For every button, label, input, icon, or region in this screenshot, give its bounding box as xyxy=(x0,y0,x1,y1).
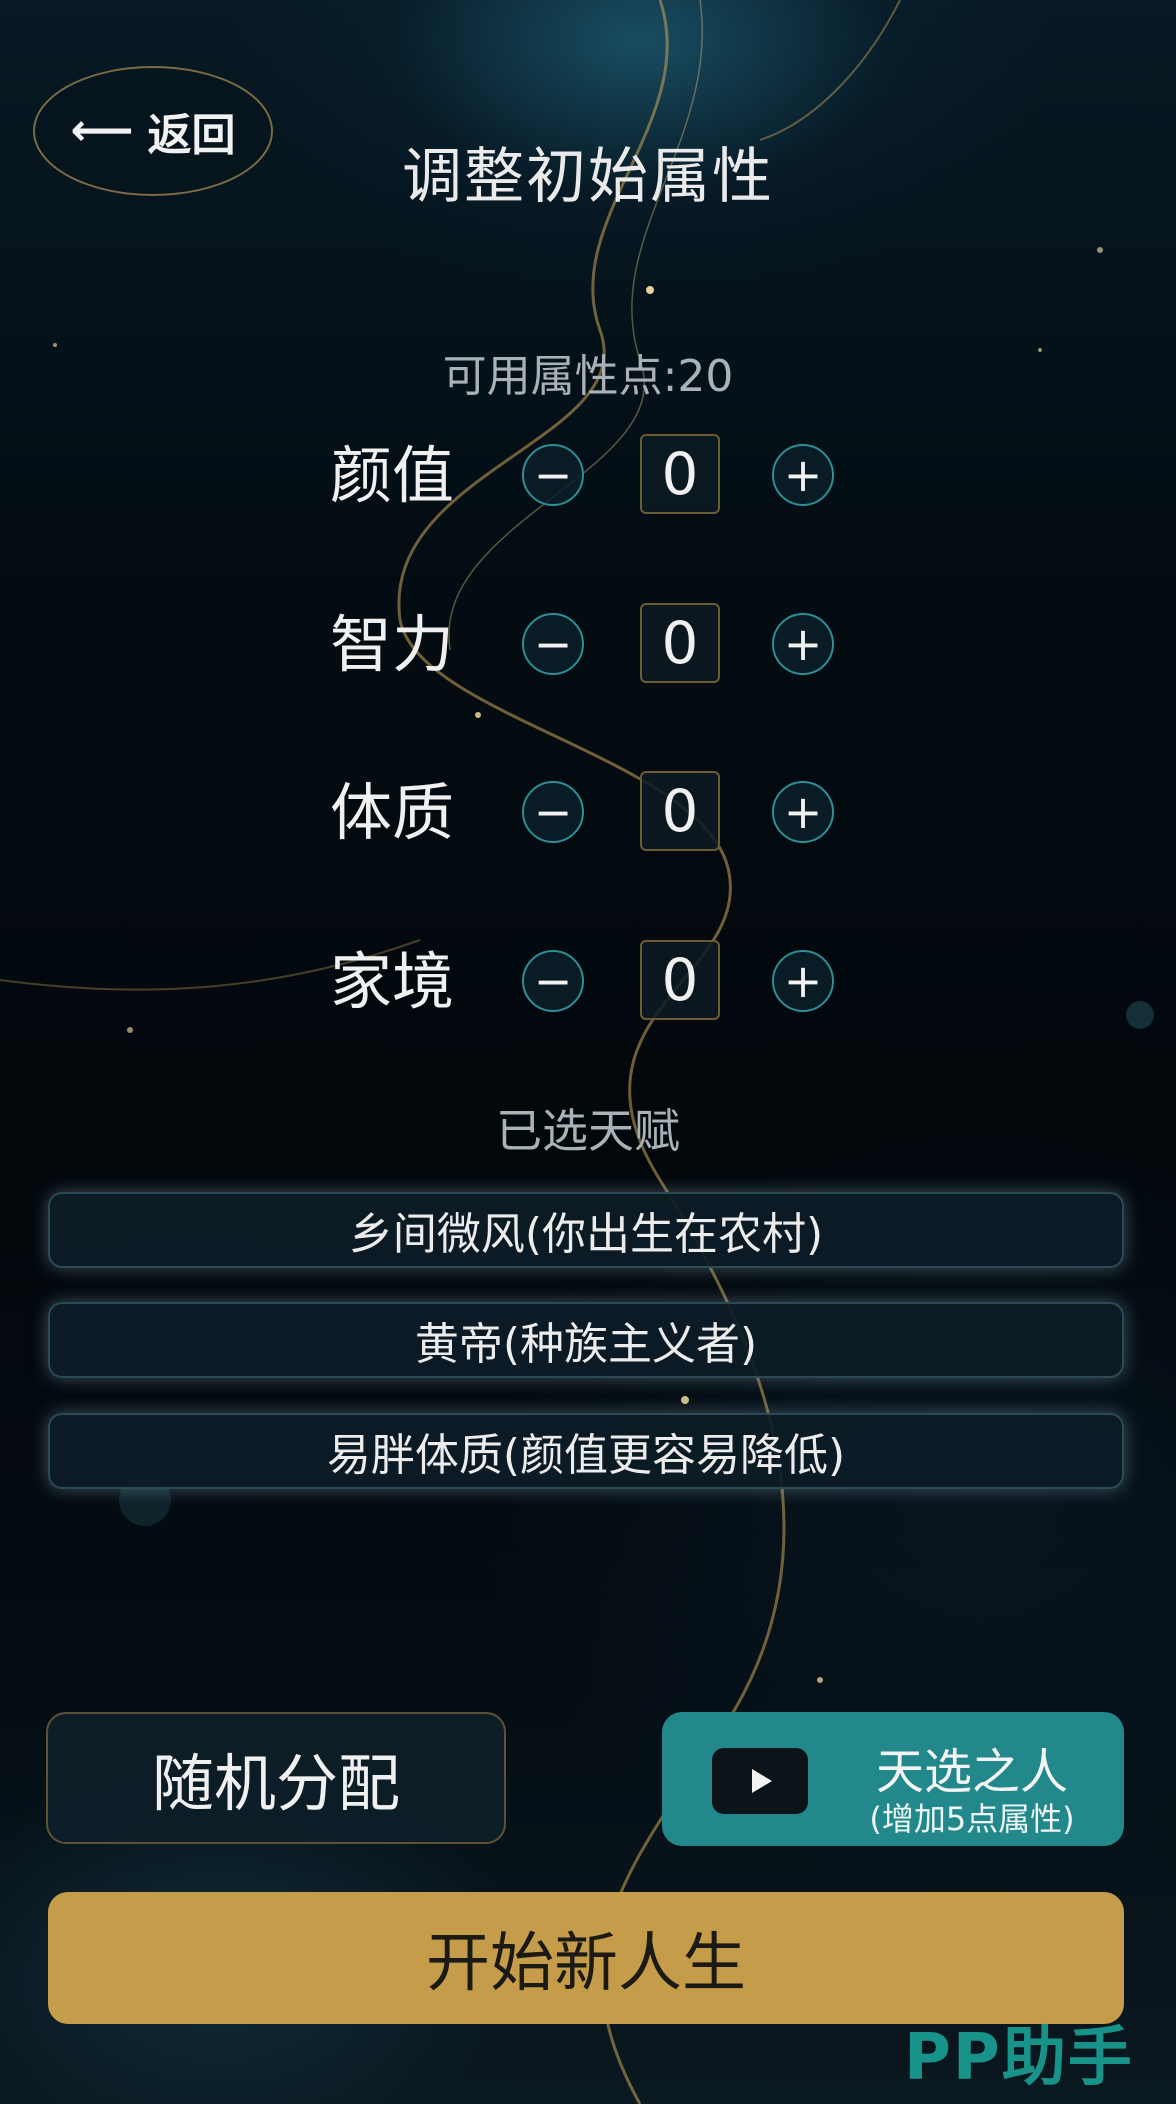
chosen-one-label: 天选之人 xyxy=(875,1744,1068,1800)
decrease-button[interactable]: − xyxy=(522,781,584,843)
start-new-life-button[interactable]: 开始新人生 xyxy=(48,1892,1124,2024)
attribute-name: 体质 xyxy=(330,776,455,849)
talent-item[interactable]: 黄帝(种族主义者) xyxy=(48,1302,1124,1378)
attribute-value: 0 xyxy=(640,940,720,1020)
selected-talents-heading: 已选天赋 xyxy=(496,1104,680,1158)
random-allocate-button[interactable]: 随机分配 xyxy=(46,1712,506,1844)
increase-button[interactable]: + xyxy=(772,613,834,675)
talent-item[interactable]: 乡间微风(你出生在农村) xyxy=(48,1192,1124,1268)
chosen-one-ad-button[interactable]: 天选之人 (增加5点属性) xyxy=(662,1712,1124,1846)
attribute-row-constitution: 体质 − 0 + xyxy=(330,771,850,855)
decrease-button[interactable]: − xyxy=(522,444,584,506)
attribute-name: 智力 xyxy=(330,608,455,681)
decrease-button[interactable]: − xyxy=(522,950,584,1012)
attribute-name: 家境 xyxy=(330,945,455,1018)
increase-button[interactable]: + xyxy=(772,444,834,506)
increase-button[interactable]: + xyxy=(772,950,834,1012)
available-points: 可用属性点:20 xyxy=(442,351,734,402)
watermark-logo: PP助手 xyxy=(904,2021,1134,2095)
video-play-icon xyxy=(712,1748,808,1814)
page-title: 调整初始属性 xyxy=(402,142,774,212)
attribute-value: 0 xyxy=(640,603,720,683)
attribute-row-appearance: 颜值 − 0 + xyxy=(330,434,850,518)
attribute-row-intelligence: 智力 − 0 + xyxy=(330,603,850,687)
attribute-row-family: 家境 − 0 + xyxy=(330,940,850,1024)
talent-item[interactable]: 易胖体质(颜值更容易降低) xyxy=(48,1413,1124,1489)
attribute-value: 0 xyxy=(640,771,720,851)
attribute-name: 颜值 xyxy=(330,439,455,512)
attribute-value: 0 xyxy=(640,434,720,514)
chosen-one-sublabel: (增加5点属性) xyxy=(869,1800,1075,1838)
decrease-button[interactable]: − xyxy=(522,613,584,675)
increase-button[interactable]: + xyxy=(772,781,834,843)
